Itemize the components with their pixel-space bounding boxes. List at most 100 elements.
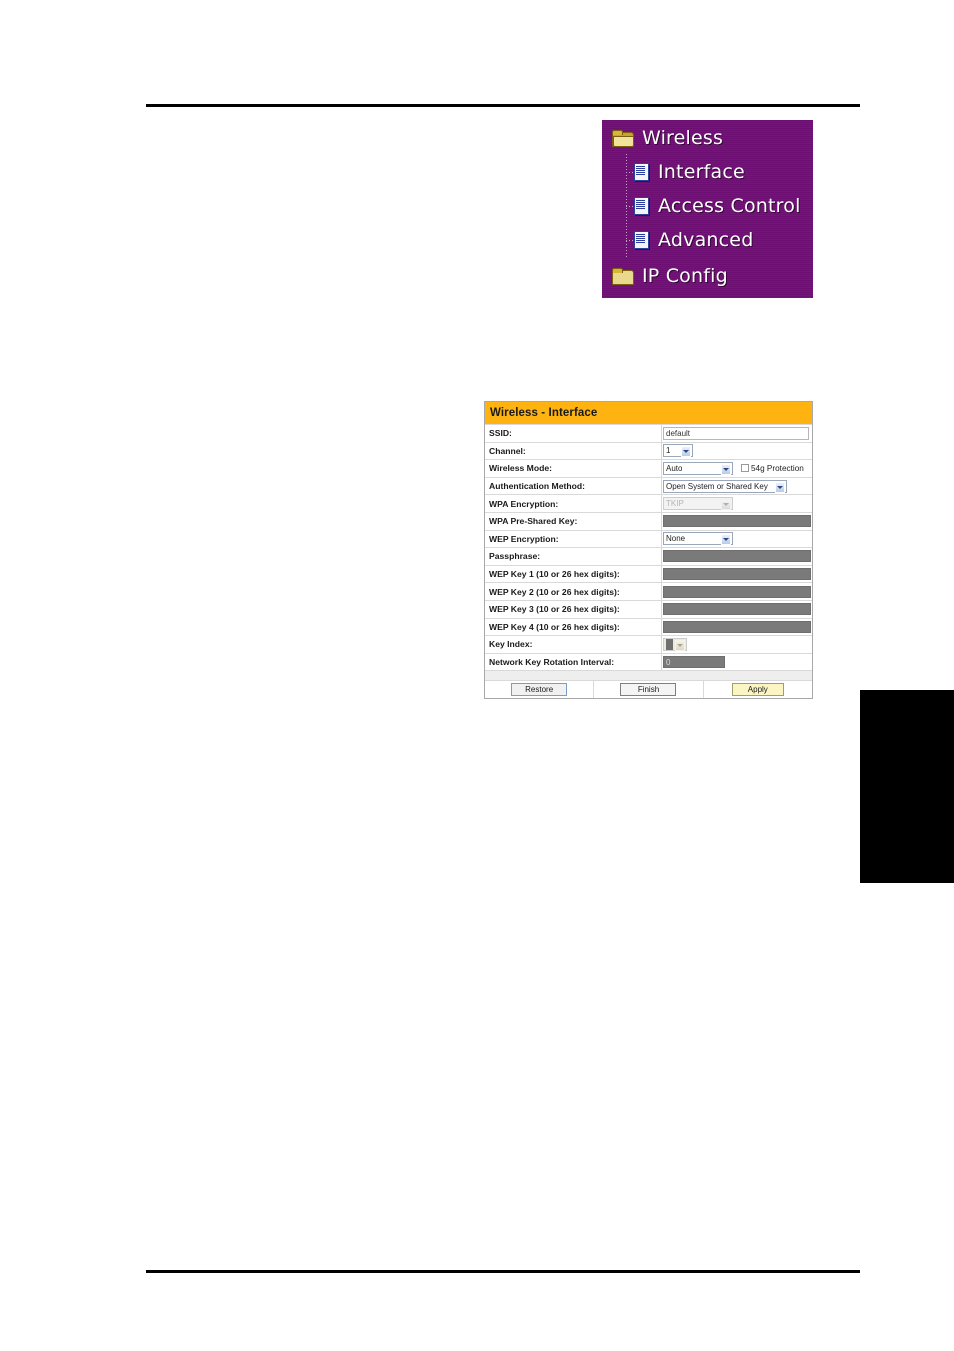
row-label: Wireless Mode:: [489, 463, 552, 474]
footer-rule: [146, 1270, 860, 1273]
row-label: WEP Key 4 (10 or 26 hex digits):: [489, 621, 620, 632]
restore-button-cell: Restore: [485, 681, 595, 699]
channel-select[interactable]: 1: [663, 444, 693, 458]
chevron-down-icon: [721, 534, 731, 546]
authentication-method-select-value: Open System or Shared Key: [666, 481, 768, 491]
wpa-encryption-select-value: TKIP: [666, 499, 684, 509]
channel-select-value: 1: [666, 446, 671, 456]
row-value: TKIP: [661, 495, 812, 512]
menu-item-ip-config[interactable]: IP Config: [602, 259, 823, 293]
row-value: [661, 548, 812, 565]
wep-key-2-input: [663, 585, 811, 598]
page-icon: [634, 231, 649, 249]
panel-title: Wireless - Interface: [485, 402, 812, 424]
row-label: WEP Key 3 (10 or 26 hex digits):: [489, 604, 620, 615]
row-label: WPA Encryption:: [489, 498, 559, 509]
page-icon: [634, 197, 649, 215]
row-value: [661, 636, 812, 653]
wireless-navigation-menu: Wireless Interface Access Control Advanc…: [602, 120, 813, 298]
row-value: Auto 54g Protection: [661, 460, 812, 477]
wep-encryption-select[interactable]: None: [663, 532, 733, 546]
wpa-preshared-key-input: [663, 515, 811, 528]
wireless-mode-select-value: Auto: [666, 463, 683, 473]
chevron-down-icon: [721, 463, 731, 475]
wireless-interface-panel: Wireless - Interface SSID: default Chann…: [484, 401, 813, 700]
menu-item-label: IP Config: [642, 265, 728, 287]
row-label: Network Key Rotation Interval:: [489, 657, 615, 668]
authentication-method-select[interactable]: Open System or Shared Key: [663, 479, 787, 493]
wep-key-3-input: [663, 603, 811, 616]
menu-item-label: Wireless: [642, 127, 724, 149]
page-icon: [634, 163, 649, 181]
page-side-tab: [860, 690, 954, 883]
table-row: WEP Key 3 (10 or 26 hex digits):: [485, 599, 812, 618]
wep-key-4-input: [663, 620, 811, 633]
row-value: [661, 600, 812, 618]
wep-encryption-select-value: None: [666, 534, 686, 544]
key-index-select: [663, 637, 687, 651]
table-row: WEP Encryption: None: [485, 529, 812, 548]
table-spacer: [485, 670, 812, 681]
menu-item-wireless[interactable]: Wireless: [602, 121, 823, 155]
menu-item-advanced[interactable]: Advanced: [602, 223, 845, 257]
row-label: Key Index:: [489, 639, 533, 650]
apply-button-cell: Apply: [704, 681, 812, 698]
table-row: SSID: default: [485, 424, 812, 442]
row-value: [661, 512, 812, 530]
table-row: Key Index:: [485, 635, 812, 653]
table-row: Passphrase:: [485, 547, 812, 565]
header-rule: [146, 104, 860, 107]
folder-open-icon: [612, 130, 634, 147]
table-row: WPA Encryption: TKIP: [485, 494, 812, 512]
row-value: Open System or Shared Key: [661, 477, 812, 495]
menu-item-label: Advanced: [658, 229, 754, 251]
finish-button-cell: Finish: [594, 681, 704, 699]
row-value: [661, 618, 812, 636]
wpa-encryption-select: TKIP: [663, 497, 733, 511]
apply-button[interactable]: Apply: [731, 683, 784, 697]
row-label: Passphrase:: [489, 551, 541, 562]
button-bar: Restore Finish Apply: [485, 680, 812, 699]
row-label: WEP Key 2 (10 or 26 hex digits):: [489, 586, 620, 597]
menu-item-interface[interactable]: Interface: [602, 155, 845, 189]
checkbox-box: [741, 464, 749, 473]
table-row: WPA Pre-Shared Key:: [485, 511, 812, 530]
wep-key-1-input: [663, 568, 811, 581]
network-key-rotation-interval-input: 0: [663, 656, 725, 669]
checkbox-label: 54g Protection: [751, 463, 804, 473]
table-row: Network Key Rotation Interval: 0: [485, 652, 812, 671]
chevron-down-icon: [681, 446, 691, 458]
row-label: SSID:: [489, 428, 512, 439]
row-label: Authentication Method:: [489, 481, 585, 492]
row-label: Channel:: [489, 445, 526, 456]
54g-protection-checkbox[interactable]: 54g Protection: [741, 464, 804, 473]
folder-closed-icon: [612, 268, 634, 285]
row-value: [661, 565, 812, 583]
key-index-select-value: [666, 638, 673, 650]
table-row: Wireless Mode: Auto 54g Protection: [485, 459, 812, 477]
menu-item-label: Access Control: [658, 195, 801, 217]
table-row: WEP Key 2 (10 or 26 hex digits):: [485, 582, 812, 600]
row-value: None: [661, 530, 812, 548]
ssid-input[interactable]: default: [663, 426, 809, 440]
restore-button[interactable]: Restore: [511, 683, 568, 697]
row-value: 0: [661, 653, 812, 671]
row-value: [661, 583, 812, 600]
chevron-down-icon: [721, 499, 731, 511]
table-row: Channel: 1: [485, 441, 812, 460]
table-row: WEP Key 1 (10 or 26 hex digits):: [485, 564, 812, 583]
row-value: 1: [661, 442, 812, 460]
passphrase-input: [663, 550, 811, 563]
menu-item-label: Interface: [658, 161, 745, 183]
finish-button[interactable]: Finish: [620, 683, 677, 697]
row-label: WPA Pre-Shared Key:: [489, 516, 578, 527]
wireless-mode-select[interactable]: Auto: [663, 461, 733, 475]
table-row: WEP Key 4 (10 or 26 hex digits):: [485, 617, 812, 636]
chevron-down-icon: [675, 639, 685, 651]
table-row: Authentication Method: Open System or Sh…: [485, 476, 812, 495]
row-value: default: [661, 425, 812, 442]
chevron-down-icon: [775, 481, 785, 493]
row-label: WEP Encryption:: [489, 533, 559, 544]
row-label: WEP Key 1 (10 or 26 hex digits):: [489, 569, 620, 580]
menu-item-access-control[interactable]: Access Control: [602, 189, 845, 223]
